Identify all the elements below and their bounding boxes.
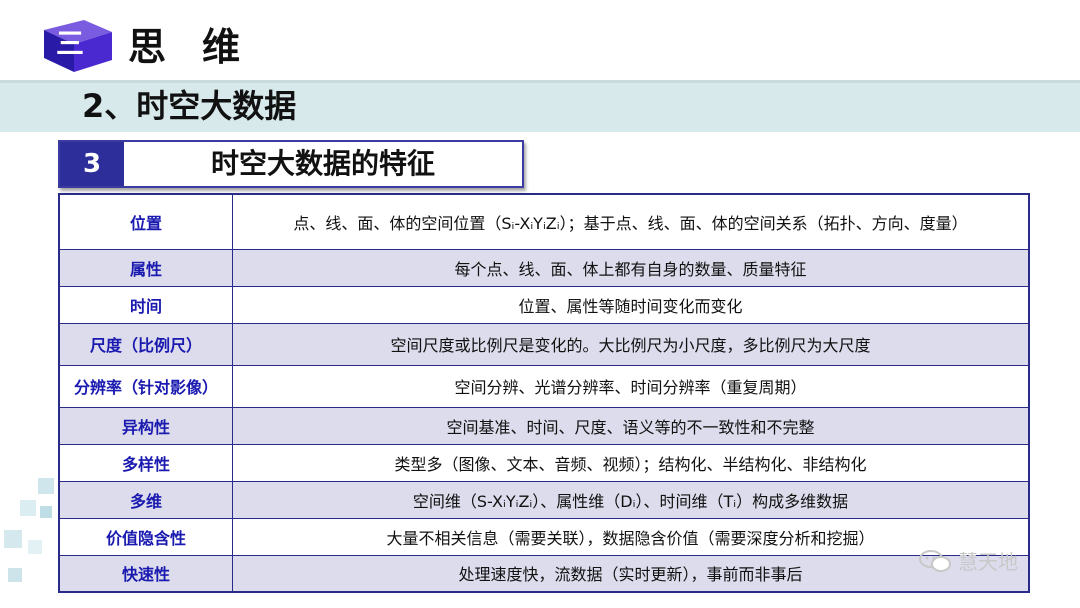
row-label: 尺度（比例尺） xyxy=(58,322,233,366)
table-row: 属性 每个点、线、面、体上都有自身的数量、质量特征 xyxy=(58,248,1030,287)
table-row: 时间 位置、属性等随时间变化而变化 xyxy=(58,285,1030,324)
row-value: 类型多（图像、文本、音频、视频）；结构化、半结构化、非结构化 xyxy=(232,443,1030,482)
table-row: 多维 空间维（S-XᵢYᵢZᵢ）、属性维（Dᵢ）、时间维（Tᵢ）构成多维数据 xyxy=(58,480,1030,519)
row-label: 多样性 xyxy=(58,443,233,482)
section-title: 时空大数据的特征 xyxy=(210,147,435,180)
row-value: 每个点、线、面、体上都有自身的数量、质量特征 xyxy=(232,248,1030,287)
wechat-icon xyxy=(919,549,951,572)
chapter-number: 三 xyxy=(55,27,84,60)
table-row: 价值隐含性 大量不相关信息（需要关联），数据隐含价值（需要深度分析和挖掘） xyxy=(58,517,1030,556)
row-label: 位置 xyxy=(58,193,233,250)
table-row: 异构性 空间基准、时间、尺度、语义等的不一致性和不完整 xyxy=(58,406,1030,445)
row-value: 空间维（S-XᵢYᵢZᵢ）、属性维（Dᵢ）、时间维（Tᵢ）构成多维数据 xyxy=(232,480,1030,519)
table-row: 分辨率（针对影像） 空间分辨、光谱分辨率、时间分辨率（重复周期） xyxy=(58,364,1030,408)
row-label: 价值隐含性 xyxy=(58,517,233,556)
features-table: 位置 点、线、面、体的空间位置（Sᵢ-XᵢYᵢZᵢ）；基于点、线、面、体的空间关… xyxy=(58,193,1030,593)
page-subtitle: 2、时空大数据 xyxy=(82,87,297,125)
row-label: 快速性 xyxy=(58,554,233,593)
row-label: 分辨率（针对影像） xyxy=(58,364,233,408)
row-label: 时间 xyxy=(58,285,233,324)
table-row: 尺度（比例尺） 空间尺度或比例尺是变化的。大比例尺为小尺度，多比例尺为大尺度 xyxy=(58,322,1030,366)
watermark: 慧天地 xyxy=(918,546,1018,575)
row-value: 点、线、面、体的空间位置（Sᵢ-XᵢYᵢZᵢ）；基于点、线、面、体的空间关系（拓… xyxy=(232,193,1030,250)
decorative-squares xyxy=(4,478,54,582)
divider xyxy=(0,80,1080,83)
row-label: 异构性 xyxy=(58,406,233,445)
watermark-text: 慧天地 xyxy=(958,550,1018,574)
row-value: 空间分辨、光谱分辨率、时间分辨率（重复周期） xyxy=(232,364,1030,408)
table-row: 多样性 类型多（图像、文本、音频、视频）；结构化、半结构化、非结构化 xyxy=(58,443,1030,482)
row-label: 属性 xyxy=(58,248,233,287)
table-row: 位置 点、线、面、体的空间位置（Sᵢ-XᵢYᵢZᵢ）；基于点、线、面、体的空间关… xyxy=(58,193,1030,250)
row-value: 处理速度快，流数据（实时更新），事前而非事后 xyxy=(232,554,1030,593)
row-value: 空间尺度或比例尺是变化的。大比例尺为小尺度，多比例尺为大尺度 xyxy=(232,322,1030,366)
section-header: 3 时空大数据的特征 xyxy=(58,140,524,188)
row-value: 大量不相关信息（需要关联），数据隐含价值（需要深度分析和挖掘） xyxy=(232,517,1030,556)
table-row: 快速性 处理速度快，流数据（实时更新），事前而非事后 xyxy=(58,554,1030,593)
row-label: 多维 xyxy=(58,480,233,519)
row-value: 空间基准、时间、尺度、语义等的不一致性和不完整 xyxy=(232,406,1030,445)
section-number: 3 xyxy=(60,142,124,186)
chapter-title: 思维 xyxy=(128,25,277,69)
row-value: 位置、属性等随时间变化而变化 xyxy=(232,285,1030,324)
